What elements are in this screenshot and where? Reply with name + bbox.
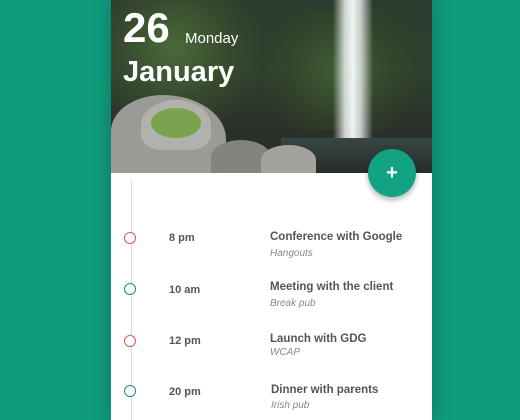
event-dot-green-icon <box>124 385 136 397</box>
event-dot-red-icon <box>124 232 136 244</box>
event-time: 8 pm <box>169 232 195 244</box>
event-location: WCAP <box>270 347 300 358</box>
date-weekday: Monday <box>185 30 239 47</box>
event-title: Launch with GDG <box>270 333 367 345</box>
event-location: Hangouts <box>270 248 313 259</box>
event-item[interactable]: 8 pm Conference with Google Hangouts <box>111 230 432 270</box>
calendar-card: 26 Monday January + 8 pm Conference with… <box>111 0 432 420</box>
event-item[interactable]: 12 pm Launch with GDG WCAP <box>111 333 432 373</box>
event-title: Meeting with the client <box>270 281 394 293</box>
event-location: Irish pub <box>271 400 310 411</box>
event-dot-green-icon <box>124 283 136 295</box>
event-time: 10 am <box>169 284 201 296</box>
event-item[interactable]: 10 am Meeting with the client Break pub <box>111 281 432 321</box>
event-dot-red-icon <box>124 335 136 347</box>
date-day: 26 <box>123 4 170 51</box>
event-title: Dinner with parents <box>271 384 379 396</box>
date-month: January <box>123 56 235 88</box>
event-title: Conference with Google <box>270 231 403 243</box>
event-item[interactable]: 20 pm Dinner with parents Irish pub <box>111 383 432 420</box>
header-image: 26 Monday January <box>111 0 432 173</box>
add-event-button[interactable]: + <box>368 149 416 197</box>
event-location: Break pub <box>270 298 316 309</box>
event-time: 12 pm <box>169 335 201 347</box>
event-time: 20 pm <box>169 386 201 398</box>
waterfall-image <box>333 0 373 150</box>
